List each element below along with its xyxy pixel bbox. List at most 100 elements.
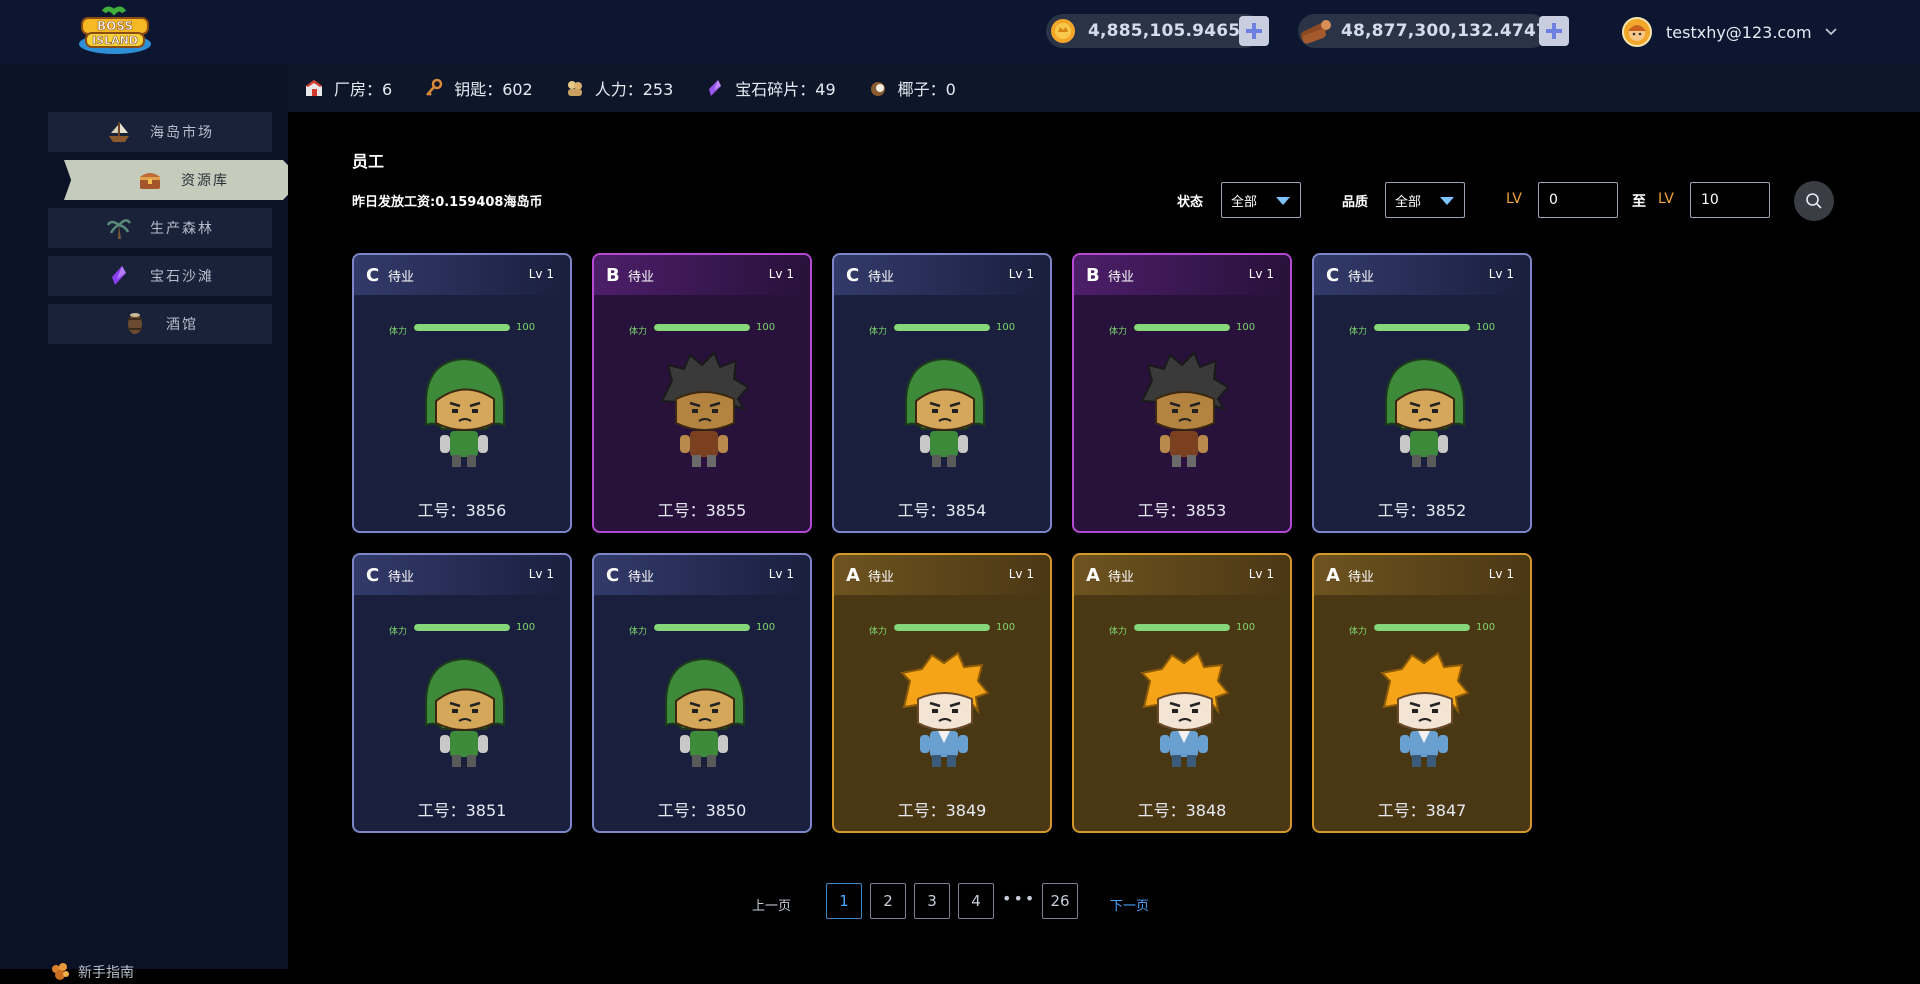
employee-card[interactable]: B 待业 Lv 1 体力 100 工号：3855 [592, 253, 812, 533]
character-avatar [1132, 651, 1236, 771]
page-button-3[interactable]: 3 [914, 883, 950, 919]
quality-grade: B [1086, 264, 1100, 286]
employee-card[interactable]: A 待业 Lv 1 体力 100 工号：3849 [832, 553, 1052, 833]
stamina-bar-fill [654, 324, 750, 331]
chevron-down-icon[interactable] [1824, 25, 1838, 39]
stamina-value: 100 [516, 622, 536, 633]
coin-icon [1046, 14, 1080, 48]
employment-status: 待业 [1348, 569, 1375, 585]
quality-filter-select[interactable]: 全部 [1385, 182, 1465, 218]
work-id: 工号：3847 [1377, 801, 1467, 820]
search-icon [1806, 193, 1822, 209]
stamina-label: 体力 [629, 627, 648, 637]
plus-icon [1546, 23, 1562, 39]
add-coin-button[interactable] [1239, 16, 1269, 46]
page-button-last[interactable]: 26 [1042, 883, 1078, 919]
sidebar-item-island-market[interactable]: 海岛市场 [48, 112, 272, 152]
resource-keys: 钥匙：602 [424, 76, 533, 100]
next-page-button[interactable]: 下一页 [1110, 895, 1149, 914]
wood-log-icon [1298, 14, 1333, 48]
sidebar-item-label: 资源库 [181, 173, 229, 189]
coin-balance: 4,885,105.9465 [1088, 21, 1241, 41]
work-id: 工号：3853 [1137, 501, 1227, 520]
stamina-bar-fill [894, 324, 990, 331]
character-avatar [1372, 351, 1476, 471]
employee-level: Lv 1 [1008, 267, 1034, 281]
employee-card[interactable]: A 待业 Lv 1 体力 100 工号：3847 [1312, 553, 1532, 833]
resource-workers: 人力：253 [565, 76, 673, 100]
top-bar: BOSS ISLAND 4,885,105.9465 48,877,300,13… [0, 0, 1920, 64]
quality-grade: B [606, 264, 620, 286]
stamina-label: 体力 [1109, 627, 1128, 637]
employment-status: 待业 [1108, 569, 1135, 585]
boss-island-logo[interactable]: BOSS ISLAND [74, 6, 156, 58]
wood-balance: 48,877,300,132.4747 [1340, 21, 1548, 41]
employee-card[interactable]: C 待业 Lv 1 体力 100 工号：3850 [592, 553, 812, 833]
search-button[interactable] [1794, 181, 1834, 221]
sidebar: 海岛市场 资源库 生产森林 宝石沙滩 酒馆 新手指南 [0, 64, 302, 981]
stamina-bar [1374, 624, 1470, 631]
stamina-label: 体力 [1349, 327, 1368, 337]
character-avatar [1132, 351, 1236, 471]
work-id: 工号：3850 [657, 801, 747, 820]
add-wood-button[interactable] [1539, 16, 1569, 46]
character-avatar [1372, 651, 1476, 771]
sidebar-item-production-forest[interactable]: 生产森林 [48, 208, 272, 248]
stamina-label: 体力 [1349, 627, 1368, 637]
status-filter-select[interactable]: 全部 [1221, 182, 1301, 218]
work-id: 工号：3852 [1377, 501, 1467, 520]
prev-page-button[interactable]: 上一页 [752, 895, 791, 914]
lv-max-input[interactable] [1690, 182, 1770, 218]
pagination-ellipsis[interactable]: ••• [1002, 889, 1036, 908]
quality-grade: C [606, 564, 620, 586]
stamina-bar-fill [1374, 324, 1470, 331]
sidebar-item-tavern[interactable]: 酒馆 [48, 304, 272, 344]
beginner-guide-link[interactable]: 新手指南 [48, 960, 134, 984]
page-button-1[interactable]: 1 [826, 883, 862, 919]
guide-icon [52, 963, 69, 980]
sidebar-item-resource-library[interactable]: 资源库 [64, 160, 302, 200]
employee-card[interactable]: C 待业 Lv 1 体力 100 工号：3856 [352, 253, 572, 533]
employee-card[interactable]: A 待业 Lv 1 体力 100 工号：3848 [1072, 553, 1292, 833]
factory-icon [304, 78, 324, 98]
work-id: 工号：3851 [417, 801, 507, 820]
work-id: 工号：3855 [657, 501, 747, 520]
stamina-value: 100 [1236, 322, 1256, 333]
employee-level: Lv 1 [1488, 567, 1514, 581]
page-button-2[interactable]: 2 [870, 883, 906, 919]
employee-card[interactable]: C 待业 Lv 1 体力 100 工号：3854 [832, 253, 1052, 533]
stamina-label: 体力 [869, 327, 888, 337]
gem-shard-icon [705, 78, 725, 98]
stamina-bar [1374, 324, 1470, 331]
page-title: 员工 [352, 152, 385, 171]
employee-card[interactable]: C 待业 Lv 1 体力 100 工号：3851 [352, 553, 572, 833]
stamina-label: 体力 [389, 327, 408, 337]
employment-status: 待业 [388, 569, 415, 585]
sidebar-item-label: 酒馆 [166, 317, 198, 333]
page-button-4[interactable]: 4 [958, 883, 994, 919]
stamina-bar-fill [654, 624, 750, 631]
employee-card[interactable]: B 待业 Lv 1 体力 100 工号：3853 [1072, 253, 1292, 533]
character-avatar [892, 651, 996, 771]
sidebar-item-gem-beach[interactable]: 宝石沙滩 [48, 256, 272, 296]
dropdown-triangle-icon [1440, 197, 1454, 205]
work-id: 工号：3848 [1137, 801, 1227, 820]
stamina-bar [894, 324, 990, 331]
resource-bar: 厂房：6 钥匙：602 人力：253 宝石碎片：49 椰子：0 [288, 64, 1920, 112]
lv-min-input[interactable] [1538, 182, 1618, 218]
stamina-value: 100 [756, 622, 776, 633]
stamina-bar [654, 324, 750, 331]
stamina-value: 100 [996, 622, 1016, 633]
quality-grade: C [846, 264, 860, 286]
employee-level: Lv 1 [1008, 567, 1034, 581]
stamina-bar [1134, 324, 1230, 331]
resource-factory: 厂房：6 [304, 76, 392, 100]
employee-card[interactable]: C 待业 Lv 1 体力 100 工号：3852 [1312, 253, 1532, 533]
user-menu[interactable]: testxhy@123.com [1622, 16, 1838, 48]
employment-status: 待业 [388, 269, 415, 285]
employee-level: Lv 1 [528, 267, 554, 281]
employment-status: 待业 [1108, 269, 1135, 285]
employee-level: Lv 1 [768, 267, 794, 281]
wood-balance-pill: 48,877,300,132.4747 [1298, 14, 1548, 48]
stamina-label: 体力 [389, 627, 408, 637]
